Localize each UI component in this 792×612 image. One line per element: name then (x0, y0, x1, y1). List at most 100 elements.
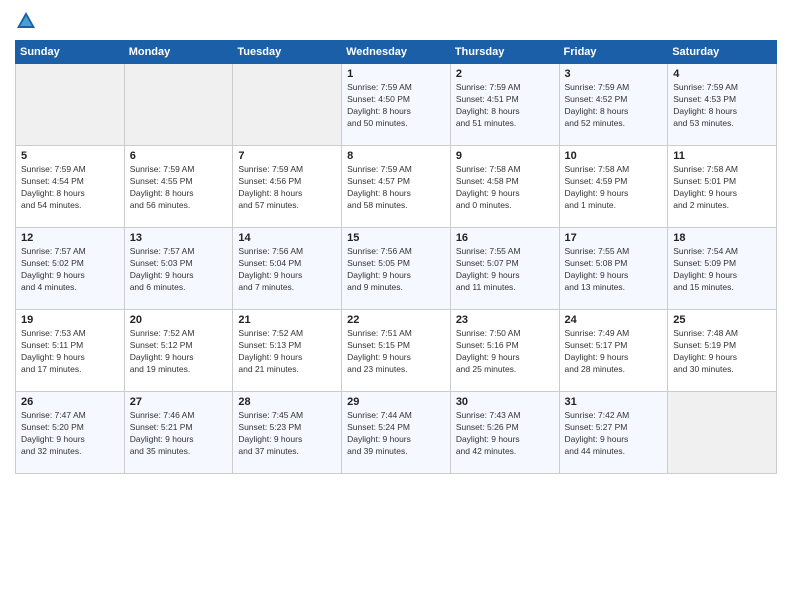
calendar-cell: 17 Sunrise: 7:55 AM Sunset: 5:08 PM Dayli… (559, 228, 668, 310)
calendar-cell: 31 Sunrise: 7:42 AM Sunset: 5:27 PM Dayli… (559, 392, 668, 474)
day-info: Sunrise: 7:50 AM Sunset: 5:16 PM Dayligh… (456, 328, 554, 376)
day-number: 27 (130, 396, 228, 408)
day-info: Sunrise: 7:58 AM Sunset: 4:59 PM Dayligh… (565, 164, 663, 212)
day-number: 10 (565, 150, 663, 162)
day-number: 21 (238, 314, 336, 326)
day-info: Sunrise: 7:48 AM Sunset: 5:19 PM Dayligh… (673, 328, 771, 376)
day-info: Sunrise: 7:59 AM Sunset: 4:53 PM Dayligh… (673, 82, 771, 130)
day-info: Sunrise: 7:52 AM Sunset: 5:13 PM Dayligh… (238, 328, 336, 376)
calendar-cell: 14 Sunrise: 7:56 AM Sunset: 5:04 PM Dayli… (233, 228, 342, 310)
calendar-cell: 23 Sunrise: 7:50 AM Sunset: 5:16 PM Dayli… (450, 310, 559, 392)
calendar-cell: 15 Sunrise: 7:56 AM Sunset: 5:05 PM Dayli… (342, 228, 451, 310)
calendar-cell: 19 Sunrise: 7:53 AM Sunset: 5:11 PM Dayli… (16, 310, 125, 392)
calendar-cell: 25 Sunrise: 7:48 AM Sunset: 5:19 PM Dayli… (668, 310, 777, 392)
calendar-cell: 30 Sunrise: 7:43 AM Sunset: 5:26 PM Dayli… (450, 392, 559, 474)
day-number: 25 (673, 314, 771, 326)
day-number: 26 (21, 396, 119, 408)
day-info: Sunrise: 7:55 AM Sunset: 5:08 PM Dayligh… (565, 246, 663, 294)
calendar-cell: 8Sunrise: 7:59 AM Sunset: 4:57 PM Daylig… (342, 146, 451, 228)
day-number: 15 (347, 232, 445, 244)
calendar-cell: 16 Sunrise: 7:55 AM Sunset: 5:07 PM Dayli… (450, 228, 559, 310)
calendar-cell (668, 392, 777, 474)
day-number: 17 (565, 232, 663, 244)
day-info: Sunrise: 7:45 AM Sunset: 5:23 PM Dayligh… (238, 410, 336, 458)
calendar-cell (16, 64, 125, 146)
day-info: Sunrise: 7:59 AM Sunset: 4:55 PM Dayligh… (130, 164, 228, 212)
day-info: Sunrise: 7:43 AM Sunset: 5:26 PM Dayligh… (456, 410, 554, 458)
calendar-cell: 27Sunrise: 7:46 AM Sunset: 5:21 PM Dayli… (124, 392, 233, 474)
day-info: Sunrise: 7:57 AM Sunset: 5:03 PM Dayligh… (130, 246, 228, 294)
calendar-cell: 21 Sunrise: 7:52 AM Sunset: 5:13 PM Dayli… (233, 310, 342, 392)
day-number: 22 (347, 314, 445, 326)
day-number: 9 (456, 150, 554, 162)
day-info: Sunrise: 7:57 AM Sunset: 5:02 PM Dayligh… (21, 246, 119, 294)
calendar-week-row: 12 Sunrise: 7:57 AM Sunset: 5:02 PM Dayli… (16, 228, 777, 310)
weekday-header-tuesday: Tuesday (233, 41, 342, 64)
calendar-page: SundayMondayTuesdayWednesdayThursdayFrid… (0, 0, 792, 612)
day-number: 1 (347, 68, 445, 80)
weekday-header-thursday: Thursday (450, 41, 559, 64)
calendar-cell: 3 Sunrise: 7:59 AM Sunset: 4:52 PM Daylig… (559, 64, 668, 146)
logo (15, 10, 41, 32)
day-number: 12 (21, 232, 119, 244)
logo-icon (15, 10, 37, 32)
calendar-cell: 12 Sunrise: 7:57 AM Sunset: 5:02 PM Dayli… (16, 228, 125, 310)
calendar-week-row: 26 Sunrise: 7:47 AM Sunset: 5:20 PM Dayli… (16, 392, 777, 474)
calendar-cell: 5Sunrise: 7:59 AM Sunset: 4:54 PM Daylig… (16, 146, 125, 228)
calendar-cell: 6Sunrise: 7:59 AM Sunset: 4:55 PM Daylig… (124, 146, 233, 228)
calendar-cell: 26 Sunrise: 7:47 AM Sunset: 5:20 PM Dayli… (16, 392, 125, 474)
day-number: 14 (238, 232, 336, 244)
weekday-header-row: SundayMondayTuesdayWednesdayThursdayFrid… (16, 41, 777, 64)
header (15, 10, 777, 32)
calendar-cell: 7Sunrise: 7:59 AM Sunset: 4:56 PM Daylig… (233, 146, 342, 228)
calendar-table: SundayMondayTuesdayWednesdayThursdayFrid… (15, 40, 777, 474)
day-info: Sunrise: 7:51 AM Sunset: 5:15 PM Dayligh… (347, 328, 445, 376)
calendar-cell: 2 Sunrise: 7:59 AM Sunset: 4:51 PM Daylig… (450, 64, 559, 146)
weekday-header-wednesday: Wednesday (342, 41, 451, 64)
calendar-week-row: 1 Sunrise: 7:59 AM Sunset: 4:50 PM Daylig… (16, 64, 777, 146)
calendar-cell: 22 Sunrise: 7:51 AM Sunset: 5:15 PM Dayli… (342, 310, 451, 392)
day-number: 3 (565, 68, 663, 80)
day-number: 20 (130, 314, 228, 326)
day-info: Sunrise: 7:44 AM Sunset: 5:24 PM Dayligh… (347, 410, 445, 458)
day-number: 19 (21, 314, 119, 326)
day-number: 29 (347, 396, 445, 408)
day-info: Sunrise: 7:54 AM Sunset: 5:09 PM Dayligh… (673, 246, 771, 294)
day-info: Sunrise: 7:42 AM Sunset: 5:27 PM Dayligh… (565, 410, 663, 458)
day-info: Sunrise: 7:59 AM Sunset: 4:57 PM Dayligh… (347, 164, 445, 212)
calendar-cell: 4 Sunrise: 7:59 AM Sunset: 4:53 PM Daylig… (668, 64, 777, 146)
calendar-cell: 18 Sunrise: 7:54 AM Sunset: 5:09 PM Dayli… (668, 228, 777, 310)
day-info: Sunrise: 7:56 AM Sunset: 5:04 PM Dayligh… (238, 246, 336, 294)
day-number: 31 (565, 396, 663, 408)
day-number: 23 (456, 314, 554, 326)
day-info: Sunrise: 7:47 AM Sunset: 5:20 PM Dayligh… (21, 410, 119, 458)
day-info: Sunrise: 7:59 AM Sunset: 4:50 PM Dayligh… (347, 82, 445, 130)
calendar-cell: 13 Sunrise: 7:57 AM Sunset: 5:03 PM Dayli… (124, 228, 233, 310)
weekday-header-friday: Friday (559, 41, 668, 64)
day-info: Sunrise: 7:59 AM Sunset: 4:54 PM Dayligh… (21, 164, 119, 212)
day-number: 13 (130, 232, 228, 244)
day-info: Sunrise: 7:55 AM Sunset: 5:07 PM Dayligh… (456, 246, 554, 294)
day-info: Sunrise: 7:56 AM Sunset: 5:05 PM Dayligh… (347, 246, 445, 294)
day-number: 30 (456, 396, 554, 408)
day-info: Sunrise: 7:53 AM Sunset: 5:11 PM Dayligh… (21, 328, 119, 376)
day-info: Sunrise: 7:59 AM Sunset: 4:51 PM Dayligh… (456, 82, 554, 130)
day-info: Sunrise: 7:58 AM Sunset: 5:01 PM Dayligh… (673, 164, 771, 212)
day-number: 16 (456, 232, 554, 244)
day-info: Sunrise: 7:49 AM Sunset: 5:17 PM Dayligh… (565, 328, 663, 376)
day-info: Sunrise: 7:59 AM Sunset: 4:56 PM Dayligh… (238, 164, 336, 212)
calendar-cell (233, 64, 342, 146)
day-number: 2 (456, 68, 554, 80)
day-number: 4 (673, 68, 771, 80)
day-number: 18 (673, 232, 771, 244)
day-info: Sunrise: 7:59 AM Sunset: 4:52 PM Dayligh… (565, 82, 663, 130)
calendar-cell (124, 64, 233, 146)
day-number: 11 (673, 150, 771, 162)
weekday-header-sunday: Sunday (16, 41, 125, 64)
calendar-cell: 20Sunrise: 7:52 AM Sunset: 5:12 PM Dayli… (124, 310, 233, 392)
day-info: Sunrise: 7:58 AM Sunset: 4:58 PM Dayligh… (456, 164, 554, 212)
calendar-cell: 24 Sunrise: 7:49 AM Sunset: 5:17 PM Dayli… (559, 310, 668, 392)
calendar-cell: 1 Sunrise: 7:59 AM Sunset: 4:50 PM Daylig… (342, 64, 451, 146)
day-number: 24 (565, 314, 663, 326)
calendar-week-row: 5Sunrise: 7:59 AM Sunset: 4:54 PM Daylig… (16, 146, 777, 228)
